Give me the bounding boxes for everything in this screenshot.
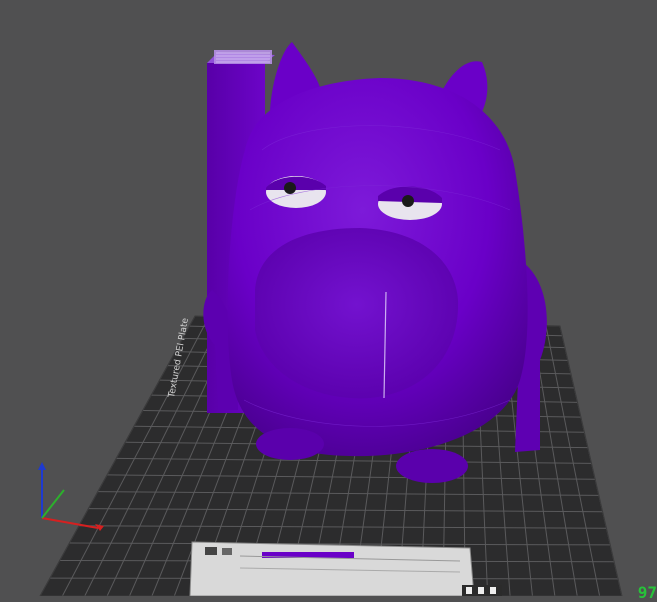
y-axis [41, 489, 65, 519]
right-eye [378, 186, 442, 220]
3d-viewport[interactable]: Textured PEI Plate 97 [0, 0, 657, 602]
left-eye [266, 176, 326, 208]
plate-legend-bar [189, 541, 502, 596]
corner-label: 97 [637, 583, 657, 602]
